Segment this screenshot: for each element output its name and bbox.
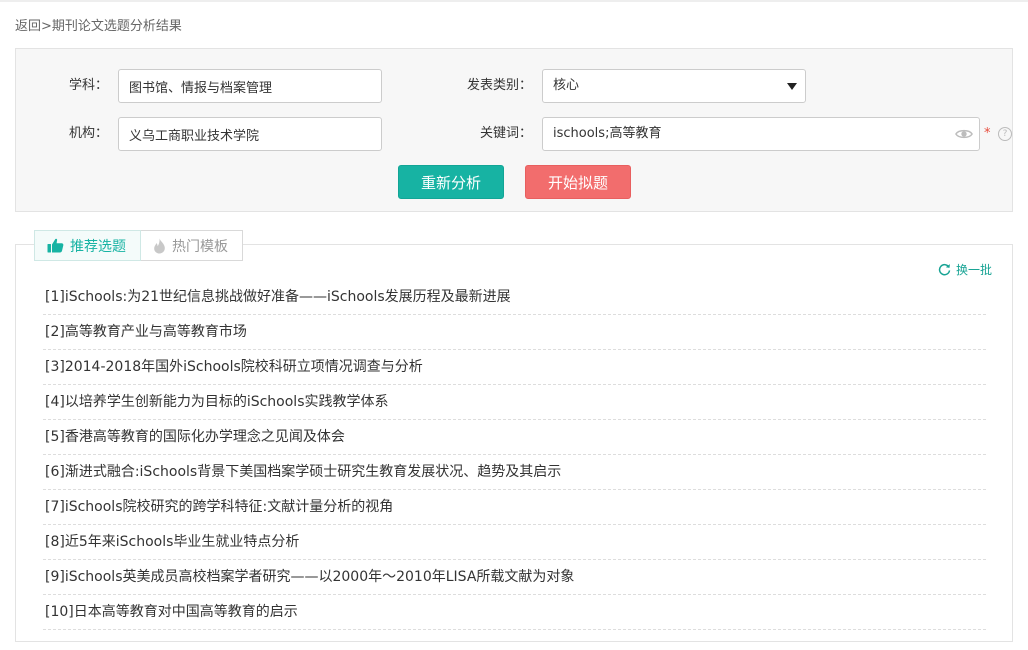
- category-select[interactable]: 核心: [542, 69, 806, 103]
- subject-input[interactable]: [118, 69, 382, 103]
- keywords-value: ischools;高等教育: [553, 126, 662, 141]
- list-item[interactable]: [1]iSchools:为21世纪信息挑战做好准备——iSchools发展历程及…: [43, 280, 986, 315]
- flame-icon: [154, 238, 165, 253]
- list-item[interactable]: [3]2014-2018年国外iSchools院校科研立项情况调查与分析: [43, 350, 986, 385]
- list-item[interactable]: [7]iSchools院校研究的跨学科特征:文献计量分析的视角: [43, 490, 986, 525]
- eye-icon[interactable]: [955, 126, 973, 142]
- breadcrumb-current: 期刊论文选题分析结果: [51, 19, 182, 34]
- subject-label: 学科：: [68, 78, 108, 93]
- reanalyze-button[interactable]: 重新分析: [398, 165, 504, 199]
- results-panel: 推荐选题 热门模板 换一批 [1]iSchools:为21世纪信息挑战做好准备—…: [15, 230, 1013, 642]
- list-item[interactable]: [8]近5年来iSchools毕业生就业特点分析: [43, 525, 986, 560]
- institution-label: 机构：: [68, 126, 108, 141]
- refresh-batch-label: 换一批: [955, 263, 992, 277]
- tab-hot-templates[interactable]: 热门模板: [141, 230, 243, 261]
- list-item[interactable]: [4]以培养学生创新能力为目标的iSchools实践教学体系: [43, 385, 986, 420]
- back-link[interactable]: 返回: [15, 19, 41, 34]
- recommended-topics-list: [1]iSchools:为21世纪信息挑战做好准备——iSchools发展历程及…: [43, 280, 986, 630]
- list-item[interactable]: [6]渐进式融合:iSchools背景下美国档案学硕士研究生教育发展状况、趋势及…: [43, 455, 986, 490]
- keywords-input[interactable]: ischools;高等教育: [542, 117, 980, 151]
- start-drafting-button[interactable]: 开始拟题: [525, 165, 631, 199]
- refresh-icon: [938, 263, 951, 276]
- analysis-form-panel: 学科： 发表类别： 核心 机构： 关键词： ischools;高等教育 * ? …: [15, 48, 1013, 212]
- tab-hot-templates-label: 热门模板: [172, 238, 228, 255]
- keywords-label: 关键词：: [479, 126, 532, 141]
- required-mark: *: [984, 126, 991, 141]
- list-item[interactable]: [9]iSchools英美成员高校档案学者研究——以2000年～2010年LIS…: [43, 560, 986, 595]
- breadcrumb-separator: >: [41, 19, 52, 34]
- institution-input[interactable]: [118, 117, 382, 151]
- list-item[interactable]: [10]日本高等教育对中国高等教育的启示: [43, 595, 986, 630]
- tab-recommended-label: 推荐选题: [70, 238, 126, 255]
- category-label: 发表类别：: [466, 78, 532, 93]
- results-tabs: 推荐选题 热门模板: [34, 230, 243, 261]
- caret-down-icon: [787, 83, 797, 90]
- list-item[interactable]: [5]香港高等教育的国际化办学理念之见闻及体会: [43, 420, 986, 455]
- help-icon[interactable]: ?: [998, 127, 1012, 141]
- thumbs-up-icon: [47, 238, 64, 253]
- category-selected-value: 核心: [553, 78, 580, 93]
- list-item[interactable]: [2]高等教育产业与高等教育市场: [43, 315, 986, 350]
- refresh-batch-button[interactable]: 换一批: [938, 261, 992, 278]
- breadcrumb: 返回>期刊论文选题分析结果: [15, 18, 182, 36]
- tab-recommended[interactable]: 推荐选题: [34, 230, 141, 261]
- top-divider: [0, 0, 1028, 2]
